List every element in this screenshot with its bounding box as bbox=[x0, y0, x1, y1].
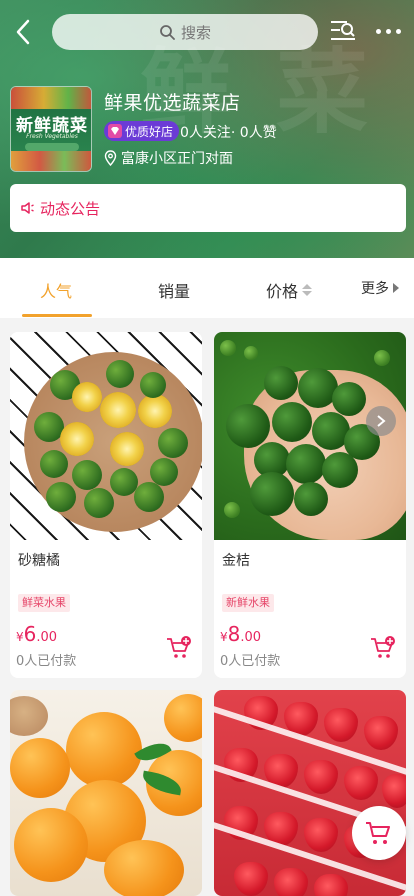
store-address[interactable]: 富康小区正门对面 bbox=[104, 148, 233, 168]
product-price: ¥ 6 .00 bbox=[16, 622, 57, 646]
sort-arrows-icon bbox=[302, 284, 313, 296]
product-image[interactable] bbox=[10, 332, 202, 540]
product-image[interactable] bbox=[10, 690, 202, 896]
tab-label: 销量 bbox=[158, 282, 191, 301]
speaker-icon bbox=[21, 202, 34, 214]
tab-label: 人气 bbox=[40, 282, 73, 301]
active-tab-indicator bbox=[22, 314, 92, 317]
product-name: 金桔 bbox=[222, 553, 250, 569]
logo-subtitle: Fresh Vegetables bbox=[26, 133, 78, 140]
product-card[interactable] bbox=[214, 690, 406, 896]
category-search-icon[interactable] bbox=[330, 18, 356, 44]
product-image[interactable] bbox=[214, 332, 406, 540]
price-decimal: .00 bbox=[240, 630, 262, 645]
product-name: 砂糖橘 bbox=[18, 553, 60, 569]
tab-sales[interactable]: 销量 bbox=[158, 278, 190, 302]
add-to-cart-icon[interactable] bbox=[166, 636, 192, 660]
product-card[interactable] bbox=[10, 690, 202, 896]
more-dots-icon[interactable] bbox=[376, 29, 401, 34]
quality-store-badge: 优质好店 bbox=[104, 121, 180, 141]
tab-popularity[interactable]: 人气 bbox=[40, 278, 72, 302]
cart-button[interactable] bbox=[352, 806, 406, 860]
add-to-cart-icon[interactable] bbox=[370, 636, 396, 660]
chevron-right-icon[interactable] bbox=[366, 406, 396, 436]
badge-label: 优质好店 bbox=[125, 124, 174, 139]
sold-count: 0人已付款 bbox=[16, 654, 77, 669]
announcement-bar[interactable]: 动态公告 bbox=[10, 184, 406, 232]
gem-icon bbox=[108, 124, 122, 138]
tab-label: 价格 bbox=[266, 282, 299, 301]
triangle-right-icon bbox=[393, 283, 399, 293]
search-placeholder: 搜索 bbox=[180, 23, 211, 42]
store-name: 鲜果优选蔬菜店 bbox=[104, 92, 241, 114]
search-icon bbox=[160, 25, 175, 40]
back-arrow-icon[interactable] bbox=[12, 18, 36, 46]
sort-tabs: 人气 销量 价格 更多 bbox=[0, 258, 414, 318]
shopping-cart-icon bbox=[366, 822, 390, 844]
product-image[interactable] bbox=[214, 690, 406, 896]
product-price: ¥ 8 .00 bbox=[220, 622, 261, 646]
store-stats: 0人关注· 0人赞 bbox=[180, 125, 277, 141]
location-pin-icon bbox=[104, 150, 117, 166]
price-integer: 8 bbox=[227, 622, 241, 646]
price-symbol: ¥ bbox=[16, 630, 24, 644]
price-decimal: .00 bbox=[36, 630, 58, 645]
search-input[interactable]: 搜索 bbox=[52, 14, 318, 50]
product-tag: 鲜菜水果 bbox=[18, 594, 70, 612]
product-tag: 新鲜水果 bbox=[222, 594, 274, 612]
price-symbol: ¥ bbox=[220, 630, 228, 644]
tab-more[interactable]: 更多 bbox=[361, 278, 399, 298]
store-logo: 新鲜蔬菜 Fresh Vegetables bbox=[10, 86, 92, 172]
price-integer: 6 bbox=[23, 622, 37, 646]
sold-count: 0人已付款 bbox=[220, 654, 281, 669]
announcement-label: 动态公告 bbox=[40, 199, 101, 218]
product-card[interactable]: 砂糖橘 鲜菜水果 ¥ 6 .00 0人已付款 bbox=[10, 332, 202, 678]
tab-price[interactable]: 价格 bbox=[266, 278, 313, 302]
tab-label: 更多 bbox=[361, 281, 389, 297]
product-card[interactable]: 金桔 新鲜水果 ¥ 8 .00 0人已付款 bbox=[214, 332, 406, 678]
address-text: 富康小区正门对面 bbox=[121, 151, 233, 167]
